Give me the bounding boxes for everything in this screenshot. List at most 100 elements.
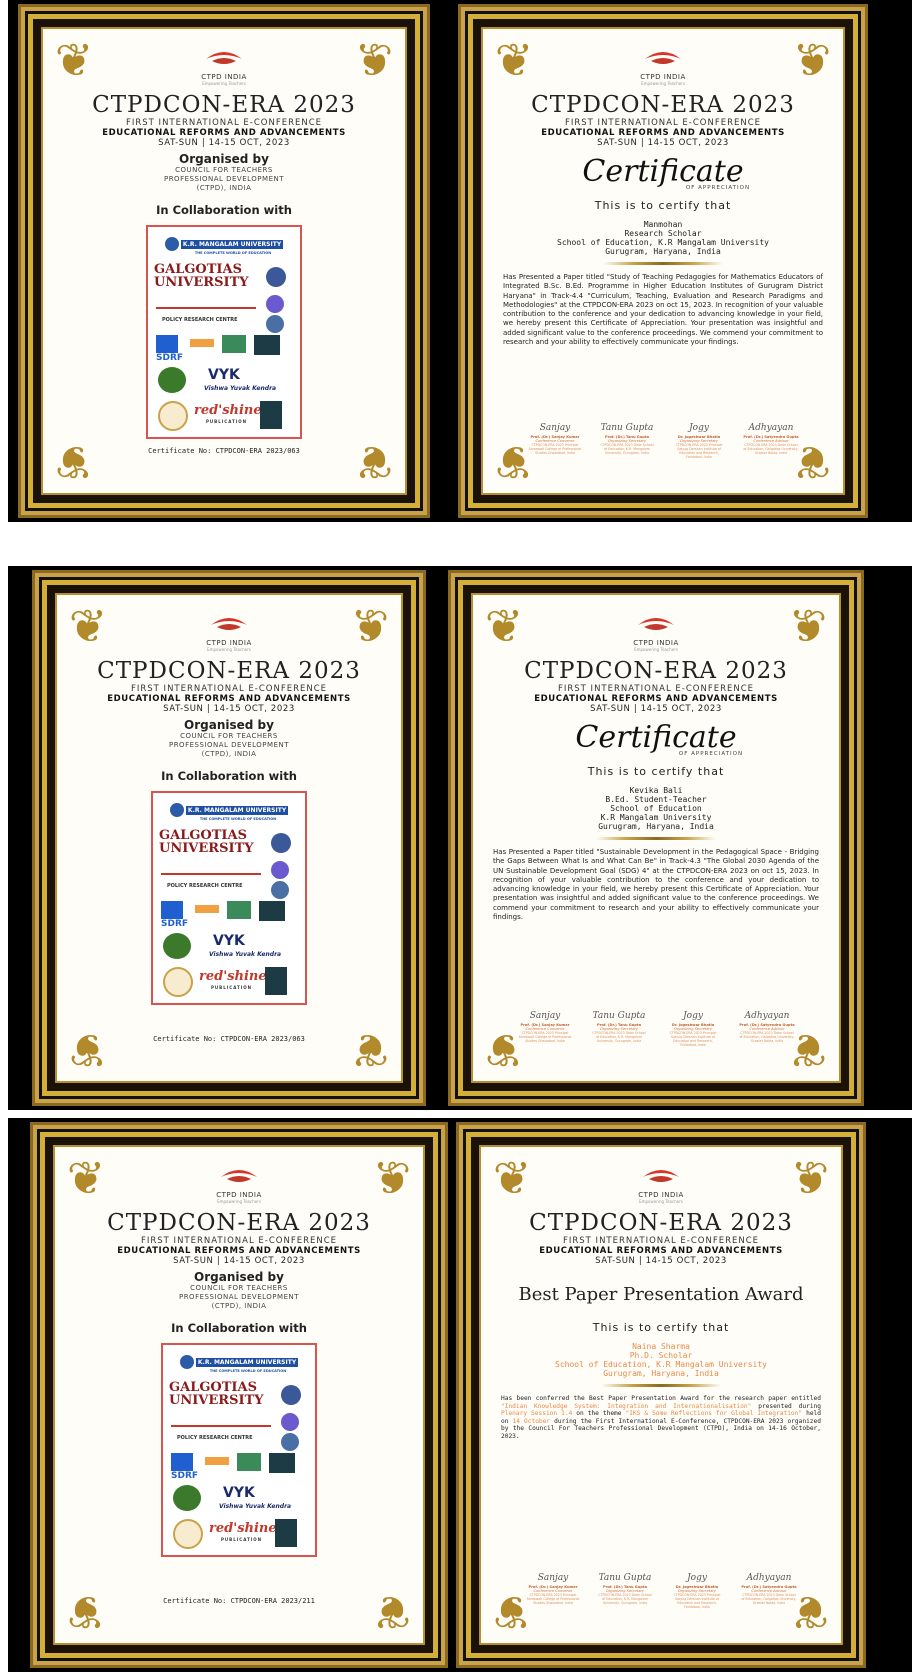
redshine-sub: PUBLICATION	[211, 985, 252, 990]
signatory-org: CTPDCON-ERA 2023 Dean School of Educatio…	[739, 1031, 795, 1043]
institution-seal-icon	[281, 1433, 299, 1451]
conference-name: CTPDCON-ERA 2023	[529, 1210, 793, 1236]
recipient-line: School of Education	[610, 804, 702, 813]
krm-logo: K.R. MANGALAM UNIVERSITY THE COMPLETE WO…	[159, 803, 299, 821]
conference-date: SAT-SUN | 14-15 OCT, 2023	[597, 138, 729, 148]
signatory: Adhyayan Prof. (Dr.) Satyendra Gupta Confe…	[739, 1011, 795, 1047]
signature: Adhyayan	[746, 1573, 792, 1583]
gold-divider	[596, 837, 716, 840]
signature: Sanjay	[537, 1573, 569, 1583]
sdrf-label: SDRF	[156, 353, 184, 363]
vyk-label: Vishwa Yuvak Kendra	[219, 1503, 292, 1510]
recipient-line: Gurugram, Haryana, India	[603, 1369, 719, 1378]
signatory-org: CTPDCON-ERA 2023 Principal Saraswati Col…	[526, 1593, 580, 1605]
recipient-block: Manmohan Research Scholar School of Educ…	[483, 220, 843, 256]
cover-card: ❦ ❦ ❦ ❦ CTPD INDIA Empowering Teachers C…	[32, 570, 426, 1106]
award-body: Has been conferred the Best Paper Presen…	[501, 1395, 821, 1440]
signature: Tanu Gupta	[592, 1011, 646, 1021]
conference-name: CTPDCON-ERA 2023	[531, 92, 795, 118]
conference-date: SAT-SUN | 14-15 OCT, 2023	[173, 1256, 305, 1266]
redshine-logo: red'shine	[209, 1521, 277, 1536]
award-card: ❦ ❦ ❦ ❦ CTPD INDIA Empowering Teachers C…	[456, 1122, 866, 1668]
certificate-title: Certificate	[575, 720, 737, 755]
signatory-org: CTPDCON-ERA 2023 Dean School of Educatio…	[598, 1593, 652, 1605]
recipient-line: Gurugram, Haryana, India	[605, 247, 721, 256]
signatory: Sanjay Prof. (Dr.) Sanjay Kumar Conference…	[527, 423, 583, 459]
signature: Jogy	[683, 1011, 703, 1021]
partner-logo-orange	[205, 1457, 229, 1465]
signature: Jogy	[687, 1573, 707, 1583]
ornament-icon: ❦	[54, 435, 94, 489]
brand-tagline: Empowering Teachers	[641, 81, 685, 86]
sdrf-logo	[161, 901, 183, 919]
certify-line: This is to certify that	[592, 1321, 730, 1334]
ctpd-logo-icon	[221, 1170, 257, 1182]
prc-logo: POLICY RESEARCH CENTRE	[167, 883, 243, 889]
signatory-org: CTPDCON-ERA 2023 Principal Saraswati Col…	[528, 443, 582, 455]
signatory-org: CTPDCON-ERA 2023 Principal Satyug Darsha…	[675, 443, 723, 459]
signatory-org: CTPDCON-ERA 2023 Dean School of Educatio…	[600, 443, 654, 455]
university-seal-icon	[271, 833, 291, 853]
conference-date: SAT-SUN | 14-15 OCT, 2023	[158, 138, 290, 148]
organiser-line: PROFESSIONAL DEVELOPMENT	[163, 175, 285, 183]
redshine-sub: PUBLICATION	[206, 419, 247, 424]
partner-logo-dark	[259, 901, 285, 921]
certificate-number: Certificate No: CTPDCON-ERA 2023/063	[148, 447, 300, 455]
ctpd-logo-icon	[645, 52, 681, 64]
signatory-org: CTPDCON-ERA 2023 Principal Satyug Darsha…	[669, 1031, 717, 1047]
certify-line: This is to certify that	[594, 199, 732, 212]
conference-name: CTPDCON-ERA 2023	[107, 1210, 371, 1236]
signatory-org: CTPDCON-ERA 2023 Dean School of Educatio…	[741, 1593, 797, 1605]
book-cover-icon	[265, 967, 287, 995]
galgotias-logo: GALGOTIAS UNIVERSITY	[159, 828, 254, 856]
recipient-line: Research Scholar	[624, 229, 702, 238]
conference-subtitle: FIRST INTERNATIONAL E-CONFERENCE	[125, 118, 323, 128]
signatory-org: CTPDCON-ERA 2023 Principal Satyug Darsha…	[673, 1593, 721, 1609]
cover-card: ❦ ❦ ❦ ❦ CTPD INDIA Empowering Teachers C…	[18, 4, 430, 518]
certificate-row-2: ❦ ❦ ❦ ❦ CTPD INDIA Empowering Teachers C…	[8, 566, 912, 1110]
collaboration-heading: In Collaboration with	[171, 1321, 307, 1335]
institution-seal-icon	[271, 881, 289, 899]
galgotias-logo: GALGOTIAS UNIVERSITY	[154, 262, 249, 290]
signature: Sanjay	[539, 423, 571, 433]
partner-logo-green	[237, 1453, 261, 1471]
signatories: Sanjay Prof. (Dr.) Sanjay Kumar Conference…	[517, 1011, 795, 1047]
ornament-icon: ❦	[354, 435, 394, 489]
certificate-body: Has Presented a Paper titled "Study of T…	[503, 273, 823, 347]
recipient-line: K.R Mangalam University	[600, 813, 712, 822]
partner-logo-dark	[254, 335, 280, 355]
vyk-logo: VYK	[208, 367, 240, 383]
organiser-line: (CTPD), INDIA	[201, 750, 257, 758]
seal-icon	[163, 967, 193, 997]
certificate-row-3: ❦ ❦ ❦ ❦ CTPD INDIA Empowering Teachers C…	[8, 1118, 912, 1672]
brand-name: CTPD INDIA	[201, 73, 247, 81]
prc-logo: POLICY RESEARCH CENTRE	[177, 1435, 253, 1441]
partner-logo-orange	[190, 339, 214, 347]
certify-line: This is to certify that	[587, 765, 725, 778]
conference-theme: EDUCATIONAL REFORMS AND ADVANCEMENTS	[107, 694, 351, 704]
conference-theme: EDUCATIONAL REFORMS AND ADVANCEMENTS	[539, 1246, 783, 1256]
ctpd-logo-icon	[206, 52, 242, 64]
recipient-name: Kevika Bali	[629, 786, 683, 795]
ornament-icon: ❦	[68, 1023, 108, 1077]
ornament-icon: ❦	[350, 1023, 390, 1077]
partner-logos-panel: K.R. MANGALAM UNIVERSITY THE COMPLETE WO…	[151, 791, 307, 1005]
signatory: Jogy Dr. Jogeshwar Bhatia Organizing Secre…	[669, 1573, 725, 1609]
signatories: Sanjay Prof. (Dr.) Sanjay Kumar Conference…	[527, 423, 799, 459]
conference-theme: EDUCATIONAL REFORMS AND ADVANCEMENTS	[102, 128, 346, 138]
university-hindi-logo	[156, 297, 256, 309]
signatory-org: CTPDCON-ERA 2023 Dean School of Educatio…	[743, 443, 799, 455]
brand-tagline: Empowering Teachers	[639, 1199, 683, 1204]
signatory-org: CTPDCON-ERA 2023 Dean School of Educatio…	[592, 1031, 646, 1043]
signatory: Adhyayan Prof. (Dr.) Satyendra Gupta Confe…	[743, 423, 799, 459]
university-hindi-logo	[171, 1415, 271, 1427]
sdrf-label: SDRF	[161, 919, 189, 929]
signatories: Sanjay Prof. (Dr.) Sanjay Kumar Conference…	[525, 1573, 797, 1609]
signatory: Jogy Dr. Jogeshwar Bhatia Organizing Secre…	[671, 423, 727, 459]
signatory: Sanjay Prof. (Dr.) Sanjay Kumar Conference…	[517, 1011, 573, 1047]
vyk-logo: VYK	[223, 1485, 255, 1501]
vyk-label: Vishwa Yuvak Kendra	[204, 385, 277, 392]
conference-subtitle: FIRST INTERNATIONAL E-CONFERENCE	[562, 1236, 760, 1246]
conference-theme: EDUCATIONAL REFORMS AND ADVANCEMENTS	[541, 128, 785, 138]
brand-tagline: Empowering Teachers	[217, 1199, 261, 1204]
